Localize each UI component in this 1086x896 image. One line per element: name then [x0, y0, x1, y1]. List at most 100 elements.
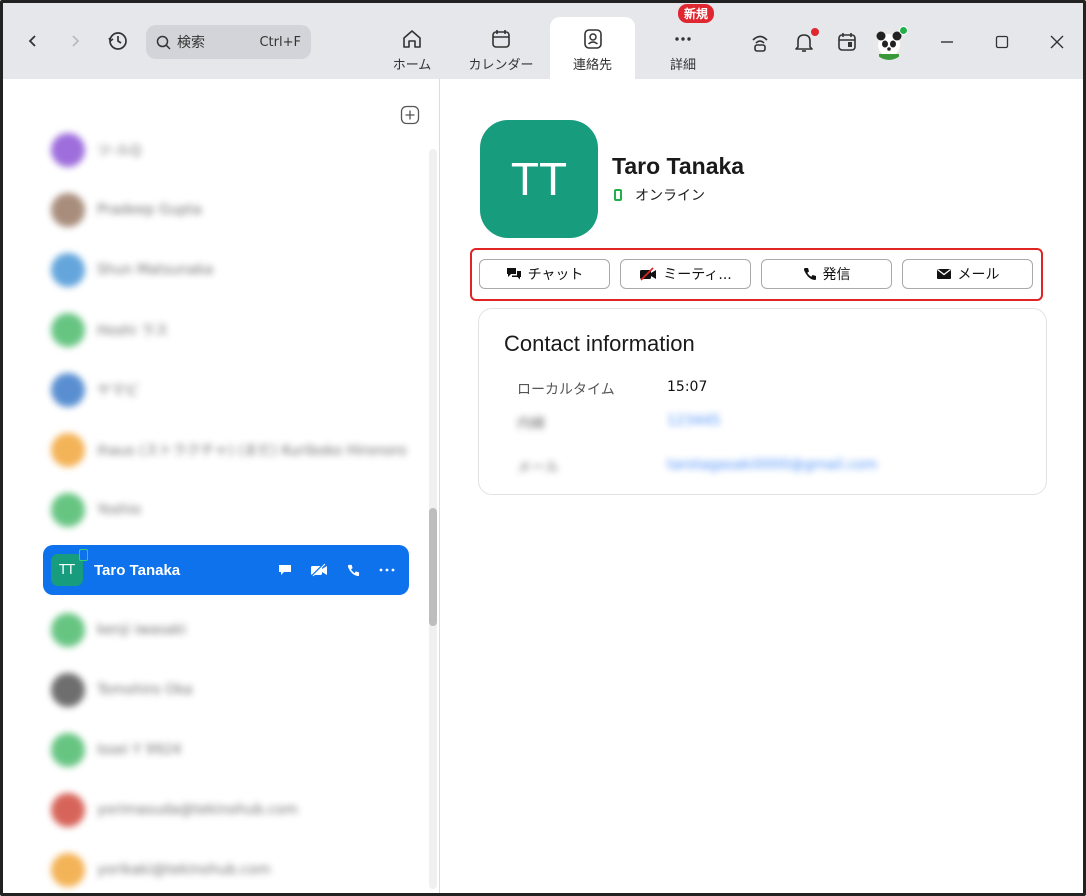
phone-icon — [803, 267, 817, 281]
presence-dot — [899, 26, 908, 35]
tab-more[interactable]: 詳細 — [658, 17, 708, 79]
online-status-icon — [614, 189, 622, 201]
profile-status: オンライン — [614, 185, 705, 205]
contact-avatar: TT — [51, 549, 88, 586]
contact-name: Pradeep Gupta — [97, 202, 202, 218]
contact-name: Issei Y 9924 — [97, 742, 182, 758]
contact-name: yorikaki@tekinohub.com — [97, 862, 271, 878]
email-label: メール — [517, 460, 559, 476]
contact-item[interactable]: Yoshio — [43, 485, 409, 535]
local-time-row: ローカルタイム 15:07 — [517, 379, 707, 399]
contact-avatar — [51, 673, 85, 707]
contact-item[interactable]: yorimasuda@tekinohub.com — [43, 785, 409, 835]
schedule-icon[interactable] — [835, 30, 859, 54]
contact-name: kenji iwasaki — [97, 622, 187, 638]
video-off-icon — [639, 267, 657, 281]
search-shortcut: Ctrl+F — [259, 34, 301, 50]
contact-avatar — [51, 613, 85, 647]
contact-item[interactable]: Hoshi ラス — [43, 305, 409, 355]
wireless-icon[interactable] — [748, 30, 772, 54]
mail-label: メール — [957, 267, 1000, 283]
contact-avatar — [51, 853, 85, 887]
contact-item[interactable]: ツ-ルQ — [43, 125, 409, 175]
tab-calendar-label: カレンダー — [468, 58, 534, 73]
contact-item-selected[interactable]: TT Taro Tanaka — [43, 545, 409, 595]
search-icon — [156, 35, 171, 50]
contacts-icon — [583, 29, 602, 49]
email-value[interactable]: tarotagasaki0000@gmail.com — [667, 457, 877, 477]
profile-name: Taro Tanaka — [612, 153, 745, 179]
contact-detail-panel: TT Taro Tanaka オンライン チャット ミーティ... 発信 メール… — [440, 79, 1083, 893]
tab-more-label: 詳細 — [669, 58, 696, 73]
contact-name: yorimasuda@tekinohub.com — [97, 802, 298, 818]
contact-avatar — [51, 793, 85, 827]
notification-dot — [811, 28, 819, 36]
contact-avatar — [51, 133, 85, 167]
maximize-icon[interactable] — [990, 30, 1014, 54]
contact-name: Taro Tanaka — [94, 561, 181, 579]
add-contact-button[interactable] — [400, 105, 420, 125]
contact-item[interactable]: yorikaki@tekinohub.com — [43, 845, 409, 893]
local-time-label: ローカルタイム — [517, 382, 615, 398]
forward-icon[interactable] — [63, 29, 87, 53]
contact-item[interactable]: Tomohiro Oka — [43, 665, 409, 715]
phone-icon[interactable] — [343, 560, 363, 580]
contact-avatar — [51, 493, 85, 527]
back-icon[interactable] — [21, 29, 45, 53]
minimize-icon[interactable] — [935, 30, 959, 54]
extension-row: 内線 123445 — [517, 413, 720, 433]
scrollbar-thumb[interactable] — [429, 508, 437, 626]
contact-avatar — [51, 253, 85, 287]
online-status-icon — [79, 549, 88, 561]
contact-avatar — [51, 313, 85, 347]
contact-item[interactable]: Pradeep Gupta — [43, 185, 409, 235]
mail-button[interactable]: メール — [902, 259, 1033, 289]
contact-name: Shun Matsunaka — [97, 262, 214, 278]
top-toolbar: 検索 Ctrl+F ホーム カレンダー 連絡先 詳細 新規 — [3, 3, 1083, 79]
contact-item[interactable]: kenji iwasaki — [43, 605, 409, 655]
video-off-icon[interactable] — [309, 560, 329, 580]
contact-information-card: Contact information ローカルタイム 15:07 内線 123… — [478, 308, 1047, 495]
home-icon — [403, 30, 421, 48]
calendar-icon — [492, 30, 510, 48]
call-label: 発信 — [822, 267, 851, 283]
more-options-icon[interactable] — [377, 560, 397, 580]
call-button[interactable]: 発信 — [761, 259, 892, 289]
status-text: オンライン — [635, 188, 705, 204]
meeting-label: ミーティ... — [663, 267, 732, 283]
contact-name: ヤマビ — [97, 383, 139, 399]
contact-name: Tomohiro Oka — [97, 682, 193, 698]
tab-home-label: ホーム — [392, 58, 432, 73]
close-icon[interactable] — [1045, 30, 1069, 54]
tab-contacts[interactable]: 連絡先 — [550, 17, 635, 79]
profile-avatar: TT — [480, 120, 598, 238]
chat-icon — [506, 267, 522, 281]
chat-button[interactable]: チャット — [479, 259, 610, 289]
email-row: メール tarotagasaki0000@gmail.com — [517, 457, 877, 477]
action-buttons-highlight: チャット ミーティ... 発信 メール — [470, 248, 1043, 301]
card-title: Contact information — [504, 331, 695, 356]
app-window: 検索 Ctrl+F ホーム カレンダー 連絡先 詳細 新規 ツ-ルQ Prade… — [0, 0, 1086, 896]
contact-item[interactable]: ヤマビ — [43, 365, 409, 415]
search-input[interactable]: 検索 Ctrl+F — [146, 25, 311, 59]
more-icon — [675, 37, 691, 41]
contact-name: ツ-ルQ — [97, 143, 142, 159]
contact-quick-actions — [275, 560, 397, 580]
tab-contacts-label: 連絡先 — [572, 58, 612, 73]
tab-calendar[interactable]: カレンダー — [466, 17, 536, 79]
chat-icon[interactable] — [275, 560, 295, 580]
new-badge: 新規 — [678, 4, 715, 23]
history-icon[interactable] — [106, 29, 130, 53]
search-placeholder: 検索 — [177, 35, 205, 51]
extension-value[interactable]: 123445 — [667, 413, 720, 433]
meeting-button[interactable]: ミーティ... — [620, 259, 751, 289]
contact-item[interactable]: ihaus (ストラクチャ) (まだ) Kuriboko Hironoro — [43, 425, 409, 475]
contact-item[interactable]: Shun Matsunaka — [43, 245, 409, 295]
contact-item[interactable]: Issei Y 9924 — [43, 725, 409, 775]
tab-home[interactable]: ホーム — [383, 17, 441, 79]
contacts-sidebar: ツ-ルQ Pradeep Gupta Shun Matsunaka Hoshi ラスヤ… — [3, 79, 440, 893]
contact-avatar — [51, 373, 85, 407]
contact-name: ihaus (ストラクチャ) (まだ) Kuriboko Hironoro — [97, 443, 407, 459]
contact-avatar — [51, 733, 85, 767]
plus-icon — [400, 105, 420, 125]
